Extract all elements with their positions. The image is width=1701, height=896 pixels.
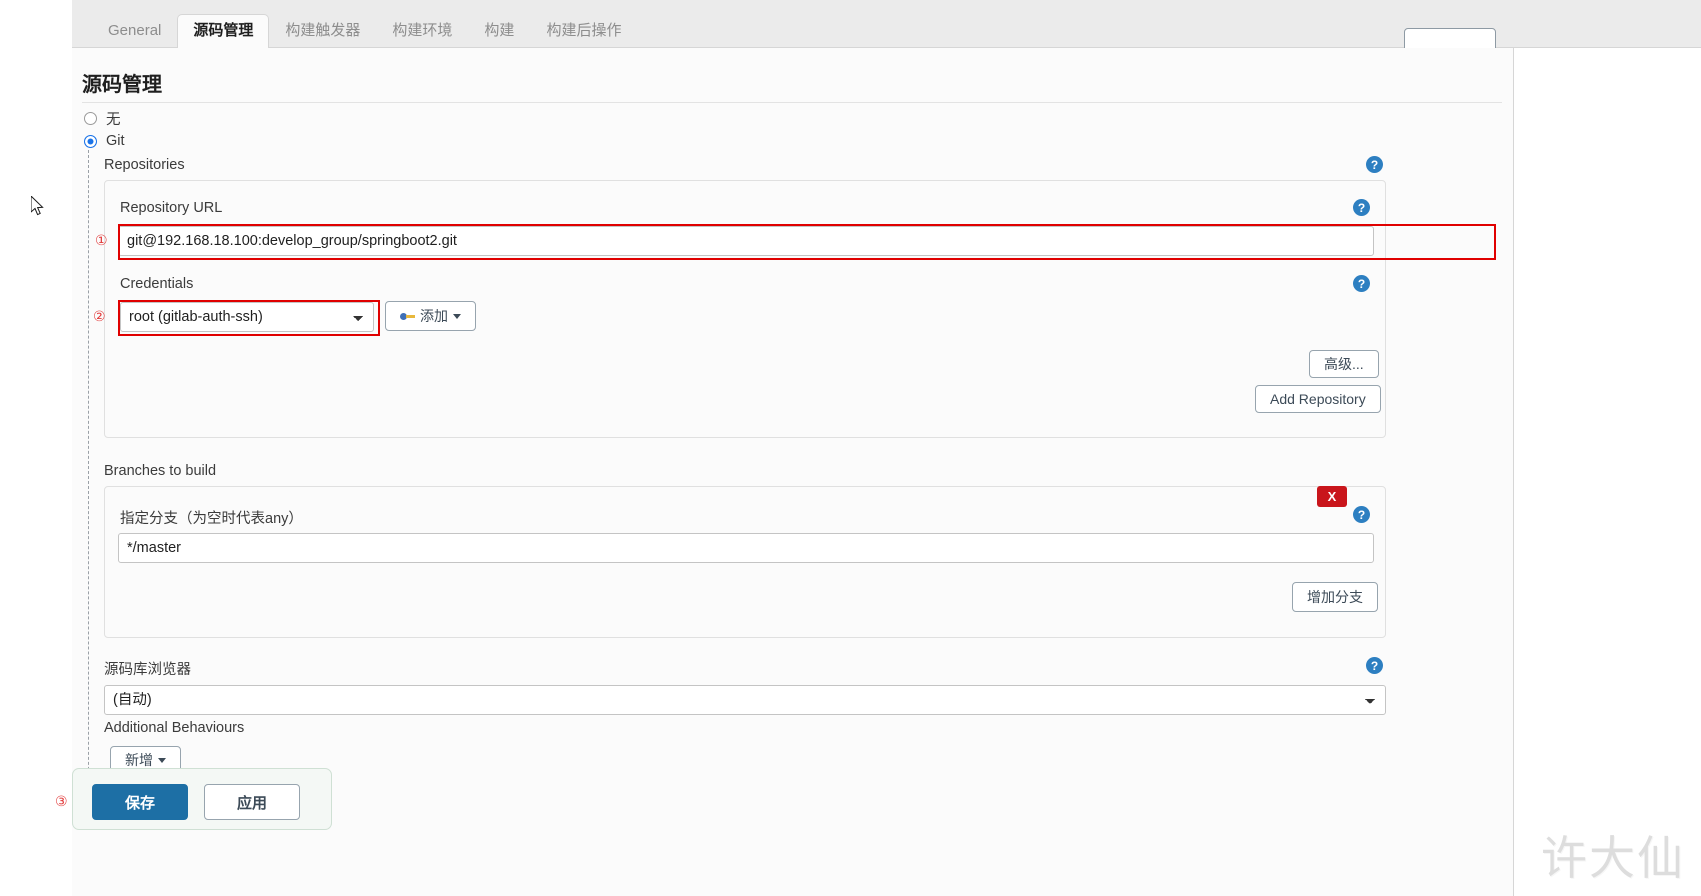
chevron-down-icon bbox=[158, 757, 166, 763]
credentials-select[interactable]: root (gitlab-auth-ssh) - 无 - bbox=[120, 302, 374, 332]
title-divider bbox=[82, 102, 1502, 103]
add-branch-button[interactable]: 增加分支 bbox=[1292, 582, 1378, 612]
save-button[interactable]: 保存 bbox=[92, 784, 188, 820]
scm-option-git-label: Git bbox=[106, 133, 125, 149]
help-icon-repository-browser[interactable]: ? bbox=[1366, 657, 1383, 674]
branch-spec-input[interactable] bbox=[118, 533, 1374, 563]
repository-url-input[interactable] bbox=[118, 226, 1374, 256]
credentials-label: Credentials bbox=[120, 276, 194, 292]
page-title: 源码管理 bbox=[82, 74, 162, 96]
add-behaviour-label: 新增 bbox=[125, 752, 153, 768]
jenkins-job-config-page: General 源码管理 构建触发器 构建环境 构建 构建后操作 源码管理 无 … bbox=[0, 0, 1701, 896]
radio-git-icon[interactable] bbox=[84, 134, 97, 148]
config-tabbar: General 源码管理 构建触发器 构建环境 构建 构建后操作 bbox=[72, 0, 637, 49]
help-icon-credentials[interactable]: ? bbox=[1353, 275, 1370, 292]
add-branch-label: 增加分支 bbox=[1307, 589, 1363, 605]
help-icon-repositories[interactable]: ? bbox=[1366, 156, 1383, 173]
git-group-dashed-line bbox=[88, 150, 89, 810]
apply-button[interactable]: 应用 bbox=[204, 784, 300, 820]
advanced-label: 高级... bbox=[1324, 356, 1364, 372]
annotation-3: ③ bbox=[55, 794, 68, 810]
left-gutter bbox=[0, 0, 72, 896]
scm-option-none-label: 无 bbox=[106, 112, 121, 128]
repository-browser-select[interactable]: (自动) githubweb gitblit gitiles bbox=[104, 685, 1386, 715]
tab-build-triggers[interactable]: 构建触发器 bbox=[269, 14, 376, 49]
scm-option-git[interactable]: Git bbox=[84, 133, 125, 149]
mouse-cursor bbox=[31, 196, 44, 216]
branches-to-build-label: Branches to build bbox=[104, 463, 217, 479]
add-repository-button[interactable]: Add Repository bbox=[1255, 385, 1381, 413]
tab-build-environment[interactable]: 构建环境 bbox=[376, 14, 468, 49]
delete-branch-button[interactable]: X bbox=[1317, 486, 1347, 507]
add-credentials-button[interactable]: 添加 bbox=[385, 301, 476, 331]
annotation-2: ② bbox=[93, 309, 106, 325]
annotation-1: ① bbox=[95, 233, 108, 249]
repository-browser-label: 源码库浏览器 bbox=[104, 662, 191, 678]
repository-url-label: Repository URL bbox=[120, 200, 223, 216]
help-icon-branch-spec[interactable]: ? bbox=[1353, 506, 1370, 523]
additional-behaviours-label: Additional Behaviours bbox=[104, 720, 245, 736]
tab-general[interactable]: General bbox=[92, 14, 177, 49]
chevron-down-icon bbox=[453, 313, 461, 319]
tab-build[interactable]: 构建 bbox=[468, 14, 530, 49]
repositories-label: Repositories bbox=[104, 157, 185, 173]
add-repository-label: Add Repository bbox=[1270, 391, 1366, 407]
branch-spec-label: 指定分支（为空时代表any） bbox=[120, 511, 303, 527]
tab-scm[interactable]: 源码管理 bbox=[177, 14, 270, 49]
add-credentials-label: 添加 bbox=[420, 308, 448, 324]
watermark: 许大仙 bbox=[1541, 831, 1685, 885]
scm-option-none[interactable]: 无 bbox=[84, 108, 121, 129]
advanced-button[interactable]: 高级... bbox=[1309, 350, 1379, 378]
tab-post-build-actions[interactable]: 构建后操作 bbox=[530, 14, 637, 49]
radio-none-icon[interactable] bbox=[84, 112, 97, 125]
right-margin bbox=[1514, 48, 1701, 896]
help-icon-repository-url[interactable]: ? bbox=[1353, 199, 1370, 216]
key-icon bbox=[400, 311, 415, 321]
